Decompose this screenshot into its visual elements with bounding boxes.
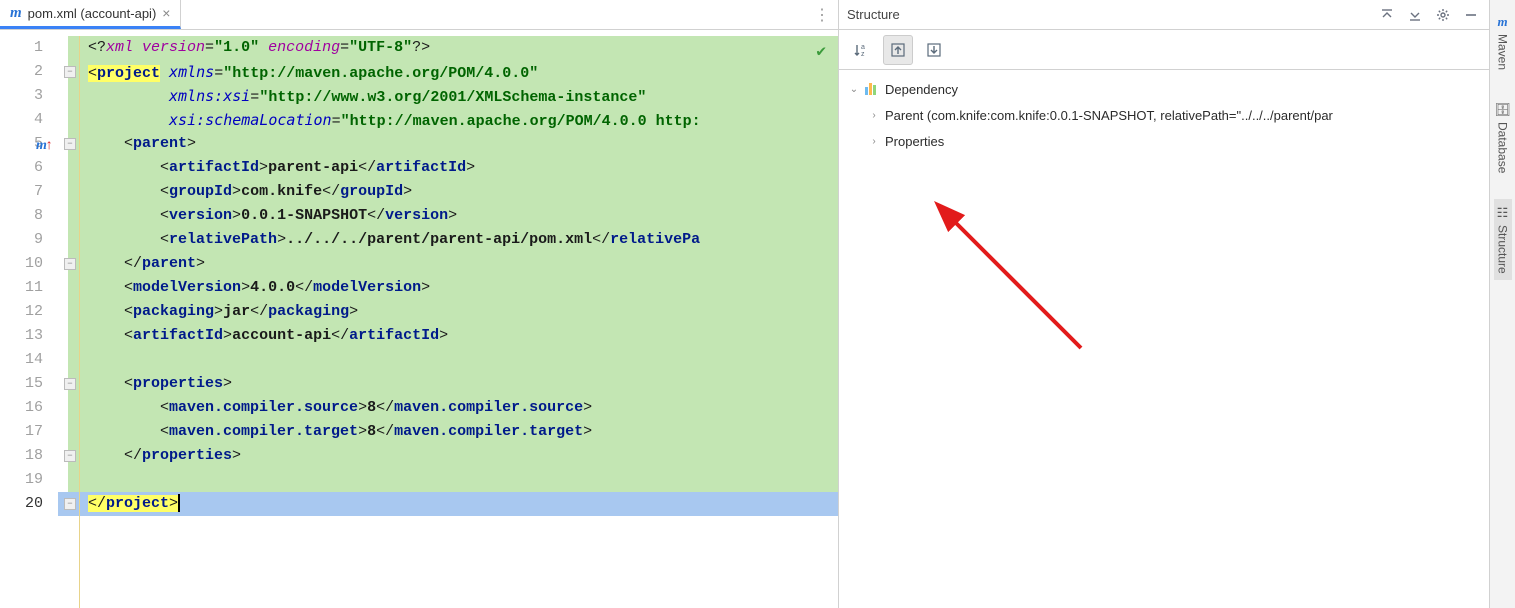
fold-toggle-icon[interactable]: −	[64, 66, 76, 78]
maven-icon: m	[1497, 14, 1507, 30]
autoscroll-to-source-button[interactable]	[883, 35, 913, 65]
line-number[interactable]: 16	[0, 396, 57, 420]
tab-label: pom.xml (account-api)	[28, 6, 157, 21]
code-line[interactable]: <packaging>jar</packaging>	[58, 300, 838, 324]
line-number[interactable]: 20	[0, 492, 57, 516]
fold-column: − − − − − −	[62, 36, 80, 608]
line-number[interactable]: 5m↑	[0, 132, 57, 156]
code-line[interactable]	[58, 468, 838, 492]
autoscroll-from-source-button[interactable]	[919, 35, 949, 65]
tree-node-dependency[interactable]: ⌄ Dependency	[843, 76, 1485, 102]
line-number[interactable]: 15	[0, 372, 57, 396]
tab-bar: m pom.xml (account-api) × ⋮	[0, 0, 838, 30]
line-number[interactable]: 9	[0, 228, 57, 252]
tool-window-structure[interactable]: ☷Structure	[1494, 199, 1512, 280]
line-number[interactable]: 19	[0, 468, 57, 492]
line-number[interactable]: 2	[0, 60, 57, 84]
line-number[interactable]: 11	[0, 276, 57, 300]
text-cursor	[178, 494, 180, 512]
code-line[interactable]: <artifactId>parent-api</artifactId>	[58, 156, 838, 180]
sort-alpha-button[interactable]: az	[847, 35, 877, 65]
code-line[interactable]: <properties>	[58, 372, 838, 396]
line-number[interactable]: 7	[0, 180, 57, 204]
chevron-right-icon[interactable]: ›	[867, 110, 881, 121]
code-line[interactable]: <maven.compiler.source>8</maven.compiler…	[58, 396, 838, 420]
code-line[interactable]: <maven.compiler.target>8</maven.compiler…	[58, 420, 838, 444]
code-line-current[interactable]: </project>	[58, 492, 838, 516]
expand-all-icon[interactable]	[1377, 5, 1397, 25]
code-line[interactable]: <modelVersion>4.0.0</modelVersion>	[58, 276, 838, 300]
structure-title: Structure	[847, 7, 1369, 22]
line-number[interactable]: 12	[0, 300, 57, 324]
chevron-down-icon[interactable]: ⌄	[847, 84, 861, 95]
collapse-all-icon[interactable]	[1405, 5, 1425, 25]
fold-toggle-icon[interactable]: −	[64, 378, 76, 390]
gutter: 1 2 3 4 5m↑ 6 7 8 9 10 11 12 13 14 15 16…	[0, 30, 58, 608]
minimize-icon[interactable]	[1461, 5, 1481, 25]
code-line[interactable]: <parent>	[58, 132, 838, 156]
line-number[interactable]: 1	[0, 36, 57, 60]
more-icon[interactable]: ⋮	[814, 5, 830, 25]
code-line[interactable]: <version>0.0.1-SNAPSHOT</version>	[58, 204, 838, 228]
structure-header: Structure	[839, 0, 1489, 30]
code-line[interactable]: xsi:schemaLocation="http://maven.apache.…	[58, 108, 838, 132]
right-tool-bar: mMaven 🗄Database ☷Structure	[1489, 0, 1515, 608]
fold-end-icon[interactable]: −	[64, 258, 76, 270]
structure-icon: ☷	[1497, 205, 1509, 221]
tree-node-properties[interactable]: › Properties	[843, 128, 1485, 154]
dependency-icon	[865, 83, 881, 95]
editor-tab[interactable]: m pom.xml (account-api) ×	[0, 0, 181, 29]
code-line[interactable]: <relativePath>../../../parent/parent-api…	[58, 228, 838, 252]
code-line[interactable]	[58, 348, 838, 372]
tab-bar-spacer: ⋮	[181, 0, 838, 29]
code-line[interactable]: <groupId>com.knife</groupId>	[58, 180, 838, 204]
code-editor[interactable]: ✔ 1 2 3 4 5m↑ 6 7 8 9 10 11 12 13 14 15 …	[0, 30, 838, 608]
fold-toggle-icon[interactable]: −	[64, 138, 76, 150]
svg-text:a: a	[861, 44, 865, 51]
code-line[interactable]: <artifactId>account-api</artifactId>	[58, 324, 838, 348]
line-number[interactable]: 4	[0, 108, 57, 132]
inspection-ok-icon[interactable]: ✔	[816, 40, 826, 64]
structure-tree: ⌄ Dependency › Parent (com.knife:com.kni…	[839, 70, 1489, 608]
line-number[interactable]: 13	[0, 324, 57, 348]
line-number[interactable]: 3	[0, 84, 57, 108]
svg-text:z: z	[861, 51, 865, 58]
settings-icon[interactable]	[1433, 5, 1453, 25]
tool-window-database[interactable]: 🗄Database	[1492, 96, 1513, 179]
close-icon[interactable]: ×	[162, 5, 170, 21]
chevron-right-icon[interactable]: ›	[867, 136, 881, 147]
code-line[interactable]: xmlns:xsi="http://www.w3.org/2001/XMLSch…	[58, 84, 838, 108]
fold-end-icon[interactable]: −	[64, 498, 76, 510]
code-line[interactable]: </properties>	[58, 444, 838, 468]
database-icon: 🗄	[1494, 102, 1511, 118]
maven-file-icon: m	[10, 5, 22, 22]
tree-node-parent[interactable]: › Parent (com.knife:com.knife:0.0.1-SNAP…	[843, 102, 1485, 128]
line-number[interactable]: 14	[0, 348, 57, 372]
structure-toolbar: az	[839, 30, 1489, 70]
code-line[interactable]: <project xmlns="http://maven.apache.org/…	[58, 60, 838, 84]
code-line[interactable]: </parent>	[58, 252, 838, 276]
line-number[interactable]: 6	[0, 156, 57, 180]
structure-panel: Structure az ⌄ Dependency › Parent (com.…	[839, 0, 1489, 608]
tool-window-maven[interactable]: mMaven	[1494, 8, 1512, 76]
annotation-arrow	[931, 198, 1111, 378]
line-number[interactable]: 8	[0, 204, 57, 228]
line-number[interactable]: 10	[0, 252, 57, 276]
editor-panel: m pom.xml (account-api) × ⋮ ✔ 1 2 3 4 5m…	[0, 0, 839, 608]
line-number[interactable]: 18	[0, 444, 57, 468]
fold-end-icon[interactable]: −	[64, 450, 76, 462]
maven-marker-icon[interactable]: m↑	[36, 134, 53, 158]
code-area[interactable]: − − − − − − <?xml version="1.0" encoding…	[58, 30, 838, 608]
code-line[interactable]: <?xml version="1.0" encoding="UTF-8"?>	[58, 36, 838, 60]
line-number[interactable]: 17	[0, 420, 57, 444]
